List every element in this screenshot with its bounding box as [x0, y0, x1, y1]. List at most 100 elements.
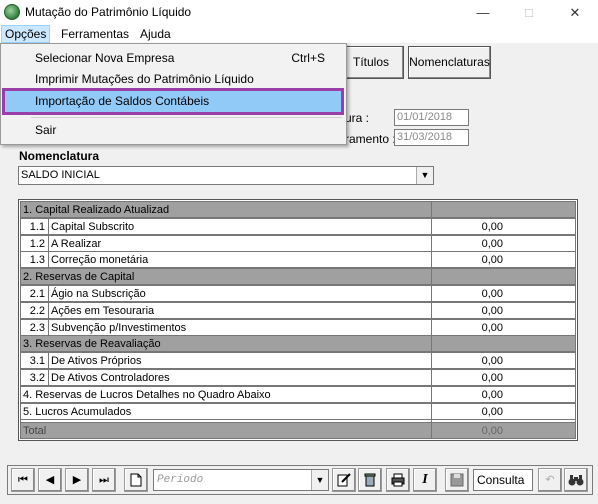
- save-button[interactable]: [445, 468, 469, 492]
- row-label: 2.2 Ações em Tesouraria: [20, 301, 431, 319]
- row-label-text: Ágio na Subscrição: [51, 288, 146, 300]
- row-number: 2.1: [21, 286, 49, 301]
- app-icon: [4, 4, 20, 20]
- close-button[interactable]: ✕: [552, 0, 598, 25]
- info-button[interactable]: I: [413, 468, 437, 492]
- grid-total-row: Total 0,00: [20, 422, 576, 439]
- periodo-input[interactable]: Periodo ▼: [153, 469, 329, 491]
- table-row: 2.2 Ações em Tesouraria 0,00: [20, 301, 576, 319]
- first-icon: ⏮: [18, 474, 28, 486]
- patrimonio-grid: 1. Capital Realizado Atualizad 1.1 Capital…: [18, 199, 578, 441]
- grid-section-header: 1. Capital Realizado Atualizad: [20, 201, 576, 218]
- next-record-button[interactable]: ▶: [65, 468, 89, 492]
- minimize-button[interactable]: —: [460, 0, 506, 25]
- row-label-text: 3. Reservas de Reavaliação: [23, 338, 161, 351]
- table-row: 1.2 A Realizar 0,00: [20, 234, 576, 252]
- menu-item-selecionar-empresa[interactable]: Selecionar Nova Empresa Ctrl+S: [2, 48, 343, 69]
- delete-button[interactable]: [358, 468, 382, 492]
- menu-item-imprimir-mutacoes[interactable]: Imprimir Mutações do Patrimônio Líquido: [2, 69, 343, 90]
- row-label-text: 5. Lucros Acumulados: [23, 405, 132, 418]
- row-value-cell[interactable]: 0,00: [431, 285, 576, 302]
- search-button[interactable]: [564, 468, 588, 492]
- menu-opcoes[interactable]: Opções: [1, 25, 51, 43]
- row-label: 1.1 Capital Subscrito: [20, 217, 431, 235]
- table-row: 3.2 De Ativos Controladores 0,00: [20, 369, 576, 386]
- previous-record-button[interactable]: ◀: [38, 468, 62, 492]
- row-number: 3.1: [21, 353, 49, 369]
- nomenclaturas-label: Nomenclaturas: [409, 55, 490, 69]
- row-value-cell[interactable]: 0,00: [431, 402, 576, 420]
- menu-item-label: Importação de Saldos Contábeis: [35, 94, 210, 108]
- print-button[interactable]: [386, 468, 410, 492]
- row-label: 1.2 A Realizar: [20, 234, 431, 252]
- row-value-cell: [431, 201, 576, 218]
- table-row: 1.3 Correção monetária 0,00: [20, 251, 576, 269]
- row-label-text: 4. Reservas de Lucros Detalhes no Quadro…: [23, 388, 271, 401]
- row-label-text: Correção monetária: [51, 254, 149, 267]
- binoculars-icon: [568, 475, 584, 486]
- chevron-down-icon[interactable]: ▼: [311, 470, 328, 490]
- end-date-label: ramento :: [345, 132, 396, 146]
- row-number: 2.3: [21, 319, 49, 335]
- row-value-cell[interactable]: 0,00: [431, 385, 576, 403]
- nomenclaturas-button[interactable]: Nomenclaturas: [408, 46, 491, 79]
- row-label: 2. Reservas de Capital: [20, 268, 431, 286]
- grid-section-header: 2. Reservas de Capital: [20, 268, 576, 286]
- row-number: 1.3: [21, 252, 49, 268]
- nomenclatura-label: Nomenclatura: [19, 149, 100, 163]
- new-document-button[interactable]: [124, 468, 148, 492]
- table-row: 2.1 Ágio na Subscrição 0,00: [20, 285, 576, 302]
- edit-icon: [337, 473, 351, 487]
- edit-button[interactable]: [332, 468, 356, 492]
- row-label: 4. Reservas de Lucros Detalhes no Quadro…: [20, 385, 431, 403]
- document-icon: [130, 473, 142, 487]
- table-row: 4. Reservas de Lucros Detalhes no Quadro…: [20, 385, 576, 403]
- row-label: 1. Capital Realizado Atualizad: [20, 201, 431, 218]
- row-value-cell: [431, 268, 576, 286]
- opcoes-dropdown: Selecionar Nova Empresa Ctrl+S Imprimir …: [0, 43, 347, 145]
- row-value-cell[interactable]: 0,00: [431, 369, 576, 386]
- menu-ajuda[interactable]: Ajuda: [137, 26, 174, 42]
- menu-item-importacao-saldos[interactable]: Importação de Saldos Contábeis: [2, 88, 344, 115]
- menu-separator: [31, 117, 342, 118]
- last-icon: ⏭: [99, 474, 109, 486]
- end-date-field[interactable]: 31/03/2018: [394, 129, 469, 146]
- row-label-text: 2. Reservas de Capital: [23, 271, 135, 284]
- previous-icon: ◀: [45, 474, 55, 486]
- table-row: 1.1 Capital Subscrito 0,00: [20, 217, 576, 235]
- undo-button[interactable]: ↶: [538, 468, 562, 492]
- periodo-placeholder: Periodo: [157, 474, 204, 486]
- row-value-cell[interactable]: 0,00: [431, 422, 576, 439]
- window-title: Mutação do Patrimônio Líquido: [25, 5, 192, 19]
- row-label-text: De Ativos Controladores: [51, 372, 170, 384]
- row-value-cell[interactable]: 0,00: [431, 234, 576, 252]
- maximize-button[interactable]: □: [506, 0, 552, 25]
- row-number: 1.1: [21, 218, 49, 234]
- row-value-cell[interactable]: 0,00: [431, 217, 576, 235]
- nomenclatura-selected: SALDO INICIAL: [21, 169, 100, 181]
- start-date-field[interactable]: 01/01/2018: [394, 109, 469, 126]
- grid-section-header: 3. Reservas de Reavaliação: [20, 335, 576, 353]
- menu-ferramentas[interactable]: Ferramentas: [58, 26, 132, 42]
- row-label-text: Ações em Tesouraria: [51, 304, 155, 317]
- nomenclatura-select[interactable]: SALDO INICIAL ▼: [18, 166, 434, 185]
- chevron-down-icon[interactable]: ▼: [416, 167, 433, 184]
- row-value-cell[interactable]: 0,00: [431, 251, 576, 269]
- titulos-label: Títulos: [352, 55, 389, 69]
- menu-item-sair[interactable]: Sair: [2, 120, 343, 141]
- row-label: Total: [20, 422, 431, 439]
- row-value-cell[interactable]: 0,00: [431, 352, 576, 370]
- trash-icon: [364, 473, 376, 487]
- row-value-cell: [431, 335, 576, 353]
- title-bar: Mutação do Patrimônio Líquido — □ ✕: [0, 0, 598, 25]
- last-record-button[interactable]: ⏭: [92, 468, 116, 492]
- italic-i-icon: I: [422, 472, 428, 487]
- row-value-cell[interactable]: 0,00: [431, 318, 576, 336]
- table-row: 3.1 De Ativos Próprios 0,00: [20, 352, 576, 370]
- first-record-button[interactable]: ⏮: [11, 468, 35, 492]
- row-label-text: A Realizar: [51, 237, 102, 250]
- row-label-text: Capital Subscrito: [51, 220, 135, 233]
- row-value-cell[interactable]: 0,00: [431, 301, 576, 319]
- row-label-text: Total: [23, 425, 47, 437]
- start-date-label: ura :: [345, 111, 370, 125]
